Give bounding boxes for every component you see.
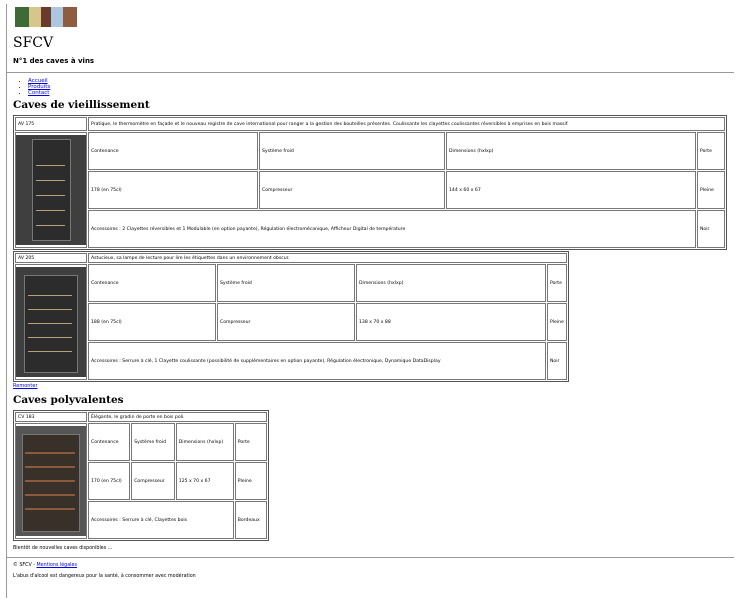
product-description: Pratique, le thermomètre en façade et le… (88, 117, 725, 131)
product-model: AV 175 (15, 117, 87, 131)
site-title: SFCV (13, 35, 54, 51)
header-contenance: Contenance (88, 132, 258, 170)
product-image (15, 264, 87, 380)
nav-link-contact[interactable]: Contact (28, 90, 49, 96)
product-accessories: Accessoires : Serrure à clé, Clayettes b… (88, 501, 234, 539)
header-dimensions: Dimensions (hxlxp) (356, 264, 546, 302)
product-table-cv183: CV 183 Élégante, le gradin de porte en b… (13, 410, 269, 541)
section-title-vieillissement: Caves de vieillissement (13, 99, 150, 111)
main-nav: Accueil Produits Contact (13, 78, 730, 96)
product-color: Bordeaux (234, 501, 267, 539)
value-porte: Pleine (547, 303, 567, 341)
product-accessories: Accessoires : 2 Clayettes réversibles et… (88, 210, 696, 248)
product-image (15, 132, 87, 248)
header-systeme-froid: Système froid (217, 264, 355, 302)
value-porte: Pleine (234, 462, 267, 500)
value-systeme-froid: Compresseur (131, 462, 175, 500)
value-contenance: 188 (en 75cl) (88, 303, 216, 341)
product-table-av205: AV 205 Astucieux, sa lampe de lecture po… (13, 251, 569, 382)
site-tagline: N°1 des caves à vins (13, 57, 95, 65)
product-image (15, 423, 87, 539)
product-description: Astucieux, sa lampe de lecture pour lire… (88, 253, 567, 263)
value-porte: Pleine (697, 171, 725, 209)
value-systeme-froid: Compresseur (259, 171, 445, 209)
header-systeme-froid: Système froid (131, 423, 175, 461)
coming-soon-text: Bientôt de nouvelles caves disponibles .… (13, 546, 113, 551)
page-container: SFCV N°1 des caves à vins Accueil Produi… (6, 4, 734, 598)
value-systeme-froid: Compresseur (217, 303, 355, 341)
header-porte: Porte (697, 132, 725, 170)
product-model: CV 183 (15, 412, 87, 422)
site-logo (15, 7, 77, 27)
header-dimensions: Dimensions (hxlxp) (446, 132, 696, 170)
header-contenance: Contenance (88, 423, 131, 461)
value-dimensions: 125 x 70 x 67 (175, 462, 234, 500)
product-table-av175: AV 175 Pratique, le thermomètre en façad… (13, 115, 727, 250)
value-dimensions: 144 x 60 x 67 (446, 171, 696, 209)
copyright-text: © SFCV - (13, 563, 37, 568)
product-description: Élégante, le gradin de porte en bois pol… (88, 412, 267, 422)
alcohol-warning: L'abus d'alcool est dangereux pour la sa… (13, 574, 196, 579)
section-title-polyvalentes: Caves polyvalentes (13, 394, 124, 406)
header-divider (7, 72, 734, 73)
legal-link[interactable]: Mentions légales (37, 563, 77, 568)
nav-item-contact: Contact (28, 90, 730, 96)
value-contenance: 170 (en 75cl) (88, 462, 131, 500)
header-systeme-froid: Système froid (259, 132, 445, 170)
product-model: AV 205 (15, 253, 87, 263)
header-porte: Porte (234, 423, 267, 461)
product-color: Noir (547, 342, 567, 380)
footer-divider (7, 557, 734, 558)
value-dimensions: 138 x 70 x 88 (356, 303, 546, 341)
product-color: Noir (697, 210, 725, 248)
back-to-top-link[interactable]: Remonter (13, 383, 38, 389)
product-accessories: Accessoires : Serrure à clé, 1 Clayette … (88, 342, 546, 380)
header-porte: Porte (547, 264, 567, 302)
header-dimensions: Dimensions (hxlxp) (175, 423, 234, 461)
header-contenance: Contenance (88, 264, 216, 302)
value-contenance: 178 (en 75cl) (88, 171, 258, 209)
footer-copyright: © SFCV - Mentions légales (13, 563, 730, 568)
